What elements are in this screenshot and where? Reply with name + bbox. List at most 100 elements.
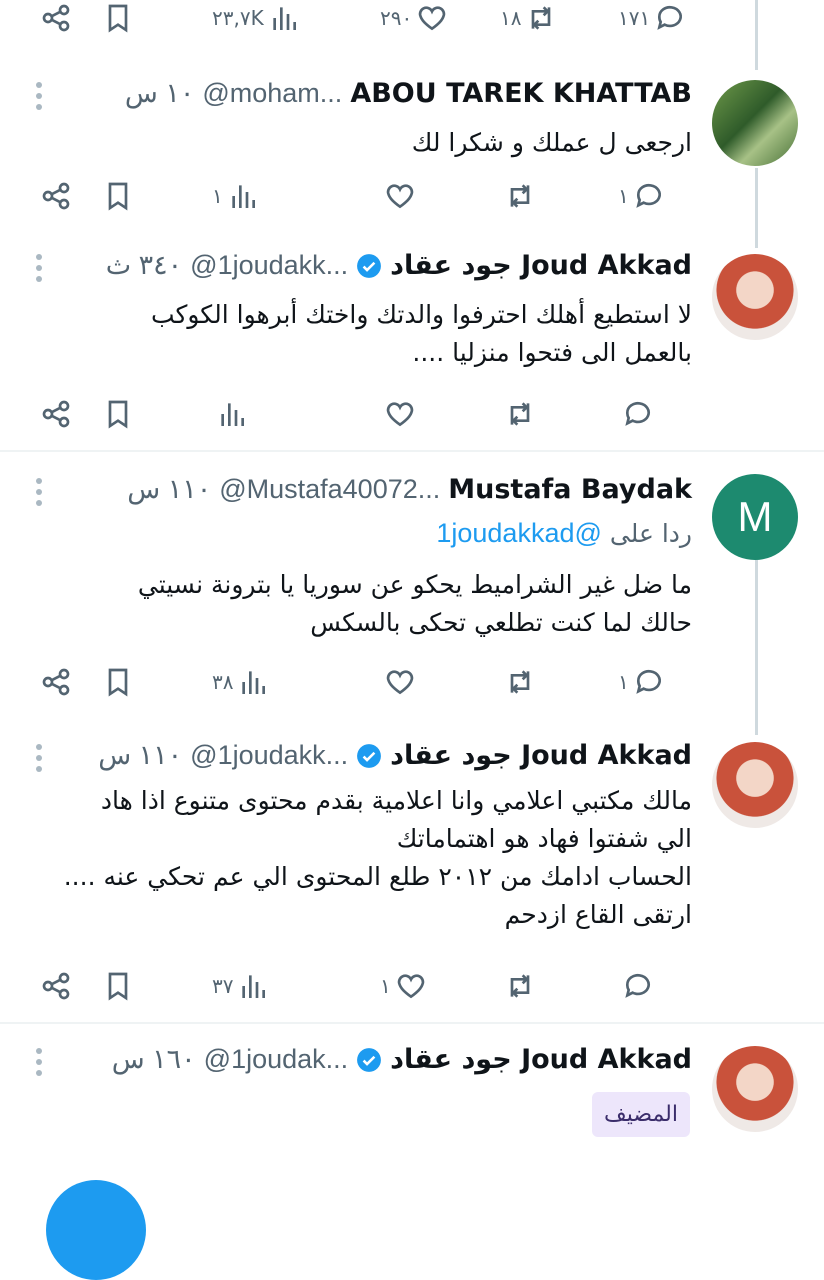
like-button[interactable]: ٢٩٠	[380, 0, 448, 36]
bookmark-button[interactable]	[102, 968, 134, 1004]
more-options-icon[interactable]	[36, 1048, 46, 1076]
compose-button[interactable]	[46, 1180, 146, 1280]
share-button[interactable]	[40, 396, 72, 432]
tweet[interactable]: ABOU TAREK KHATTAB @moham... ١٠ س ارجعى …	[0, 78, 824, 228]
views-button[interactable]: ٢٣,٧K	[212, 0, 300, 36]
timestamp[interactable]: ١١٠ س	[98, 740, 182, 771]
more-options-icon[interactable]	[36, 744, 46, 772]
avatar[interactable]	[712, 254, 798, 340]
verified-badge-icon	[357, 743, 382, 768]
reply-icon	[657, 5, 683, 30]
tweet-header: ABOU TAREK KHATTAB @moham... ١٠ س	[125, 78, 692, 109]
handle[interactable]: @1joudakk...	[190, 250, 348, 281]
bookmark-icon	[108, 4, 128, 33]
tweet-text-line: حالك لما كنت تطلعي تحكى بالسكس	[310, 608, 692, 637]
display-name[interactable]: جود عقاد Joud Akkad	[390, 740, 692, 771]
timestamp[interactable]: ٣٤٠ ث	[106, 250, 182, 281]
share-button[interactable]	[40, 968, 72, 1004]
share-button[interactable]	[40, 664, 72, 700]
reply-count: ١٧١	[618, 6, 651, 30]
display-name[interactable]: جود عقاد Joud Akkad	[390, 1044, 692, 1075]
timestamp[interactable]: ١٠ س	[125, 78, 194, 109]
timestamp[interactable]: ١٦٠ س	[112, 1044, 196, 1075]
heart-icon	[397, 974, 424, 999]
share-button[interactable]	[40, 0, 72, 36]
handle[interactable]: @moham...	[202, 78, 342, 109]
views-icon	[221, 403, 244, 426]
tweet-text-line: ارجعى ل عملك و شكرا لك	[411, 128, 692, 157]
like-count: ١	[380, 974, 391, 998]
replying-to: ردا على @1joudakkad	[436, 518, 692, 549]
tweet-text-line: الحساب ادامك من ٢٠١٢ طلع المحتوى الي عم …	[63, 862, 692, 891]
tweet-text-line: بالعمل الى فتحوا منزليا ....	[412, 338, 692, 367]
tweet-text-line: الي شفتوا فهاد هو اهتماماتك	[396, 824, 692, 853]
retweet-button[interactable]	[500, 664, 536, 700]
views-button[interactable]: ٣٨	[212, 664, 269, 700]
avatar-letter: M	[737, 493, 773, 540]
bookmark-button[interactable]	[102, 0, 134, 36]
retweet-button[interactable]	[500, 968, 536, 1004]
avatar[interactable]: M	[712, 474, 798, 560]
tweet-text-line: لا استطيع أهلك احترفوا والدتك واختك أبره…	[150, 300, 692, 329]
reply-count: ١	[618, 184, 629, 208]
tweet-actions: ٢٣,٧K ٢٩٠ ١٨ ١٧١	[40, 0, 690, 36]
avatar[interactable]	[712, 742, 798, 828]
share-button[interactable]	[40, 178, 72, 214]
bookmark-button[interactable]	[102, 178, 134, 214]
tweet-header: جود عقاد Joud Akkad @1joudakk... ١١٠ س	[98, 740, 692, 771]
views-button[interactable]: ٣٧	[212, 968, 269, 1004]
reply-button[interactable]: ١	[618, 178, 665, 214]
retweet-button[interactable]	[500, 396, 536, 432]
views-button[interactable]: ١	[212, 178, 259, 214]
bookmark-button[interactable]	[102, 396, 134, 432]
tweet[interactable]: جود عقاد Joud Akkad @1joudakk... ١١٠ س م…	[0, 740, 824, 1010]
like-button[interactable]	[380, 664, 416, 700]
display-name[interactable]: جود عقاد Joud Akkad	[390, 250, 692, 281]
reply-icon	[625, 401, 650, 426]
timestamp[interactable]: ١١٠ س	[127, 474, 211, 505]
avatar[interactable]	[712, 1046, 798, 1132]
tweet[interactable]: جود عقاد Joud Akkad @1joudak... ١٦٠ س ال…	[0, 1044, 824, 1174]
display-name[interactable]: ABOU TAREK KHATTAB	[350, 78, 692, 109]
views-count: ٣٧	[212, 974, 234, 998]
retweet-icon	[510, 670, 530, 694]
retweet-button[interactable]	[500, 178, 536, 214]
reply-icon	[625, 973, 650, 998]
handle[interactable]: @Mustafa40072...	[219, 474, 440, 505]
reply-button[interactable]	[618, 396, 654, 432]
handle[interactable]: @1joudak...	[204, 1044, 349, 1075]
replying-to-label: ردا على	[609, 519, 692, 548]
reply-button[interactable]: ١٧١	[618, 0, 686, 36]
reply-count: ١	[618, 670, 629, 694]
handle[interactable]: @1joudakk...	[190, 740, 348, 771]
mention-link[interactable]: @1joudakkad	[436, 518, 602, 548]
tweet-actions	[40, 396, 690, 432]
more-options-icon[interactable]	[36, 82, 46, 110]
avatar[interactable]	[712, 80, 798, 166]
display-name[interactable]: Mustafa Baydak	[448, 474, 692, 505]
retweet-button[interactable]: ١٨	[500, 0, 557, 36]
tweet-actions: ٣٨ ١	[40, 664, 690, 700]
tweet-header: Mustafa Baydak @Mustafa40072... ١١٠ س	[127, 474, 692, 505]
tweet[interactable]: M Mustafa Baydak @Mustafa40072... ١١٠ س …	[0, 474, 824, 704]
reply-button[interactable]: ١	[618, 664, 665, 700]
reply-button[interactable]	[618, 968, 654, 1004]
thread-line	[755, 0, 758, 70]
like-count: ٢٩٠	[380, 6, 413, 30]
views-count: ٢٣,٧K	[212, 6, 264, 30]
bookmark-button[interactable]	[102, 664, 134, 700]
like-button[interactable]	[380, 396, 416, 432]
share-icon	[42, 668, 70, 696]
bookmark-icon	[108, 400, 128, 429]
share-icon	[42, 972, 70, 1000]
views-button[interactable]	[212, 396, 248, 432]
like-button[interactable]: ١	[380, 968, 427, 1004]
like-button[interactable]	[380, 178, 416, 214]
tweet[interactable]: جود عقاد Joud Akkad @1joudakk... ٣٤٠ ث ل…	[0, 250, 824, 445]
more-options-icon[interactable]	[36, 254, 46, 282]
tweet-header: جود عقاد Joud Akkad @1joudak... ١٦٠ س	[112, 1044, 692, 1075]
tweet-text-line: ارتقى القاع ازدحم	[504, 900, 692, 929]
more-options-icon[interactable]	[36, 478, 46, 506]
reply-icon	[636, 669, 661, 694]
tweet-header: جود عقاد Joud Akkad @1joudakk... ٣٤٠ ث	[106, 250, 692, 281]
